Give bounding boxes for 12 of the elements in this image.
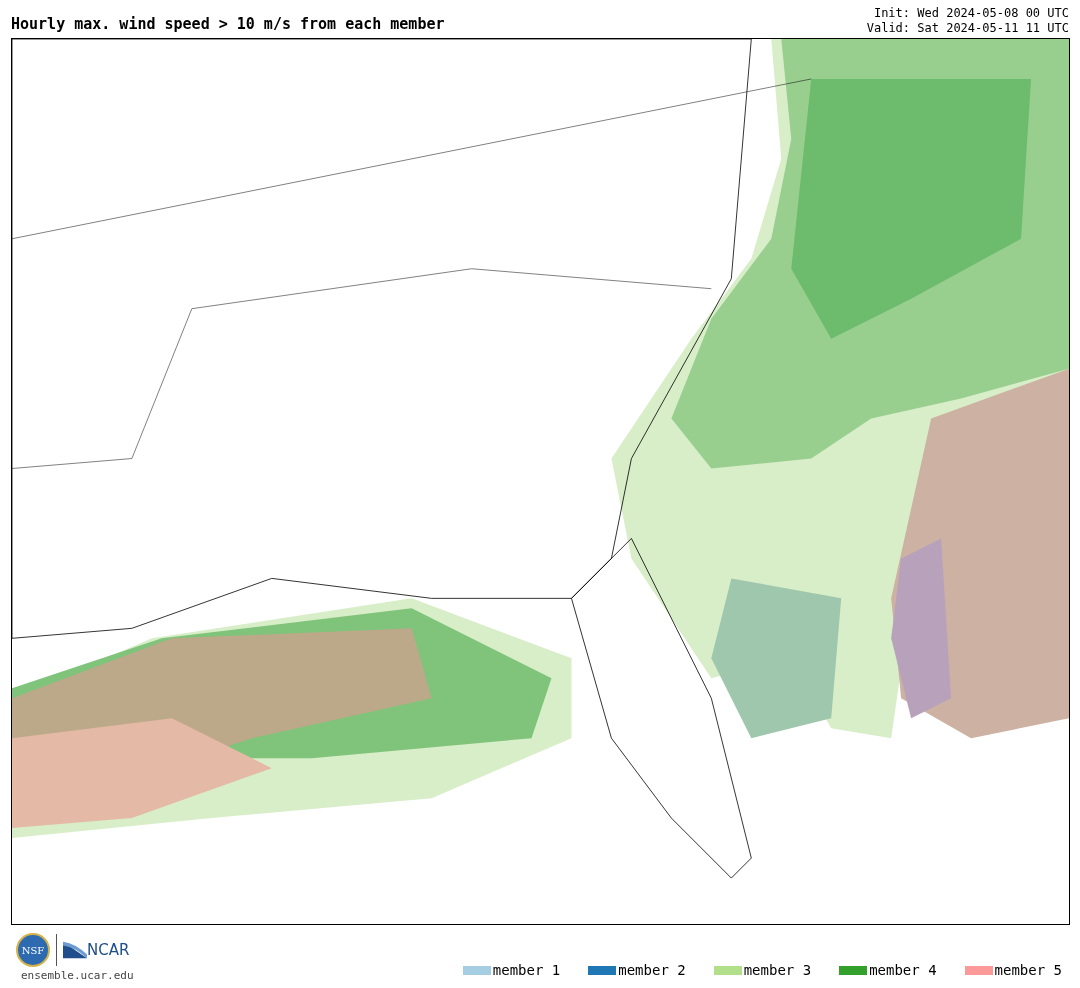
nsf-logo: NSF — [16, 933, 50, 967]
ncar-logo: NCAR — [87, 941, 130, 959]
wave-icon — [63, 941, 87, 959]
legend-label: member 3 — [743, 962, 812, 978]
legend-label: member 5 — [994, 962, 1062, 978]
valid-time: Valid: Sat 2024-05-11 11 UTC — [866, 21, 1069, 36]
legend-label: member 1 — [492, 962, 561, 978]
chart-title: Hourly max. wind speed > 10 m/s from each member — [11, 15, 445, 35]
legend-label: member 2 — [618, 962, 686, 978]
legend-label: member 4 — [869, 962, 937, 978]
init-time: Init: Wed 2024-05-08 00 UTC — [873, 6, 1069, 21]
site-url: ensemble.ucar.edu — [20, 969, 134, 982]
